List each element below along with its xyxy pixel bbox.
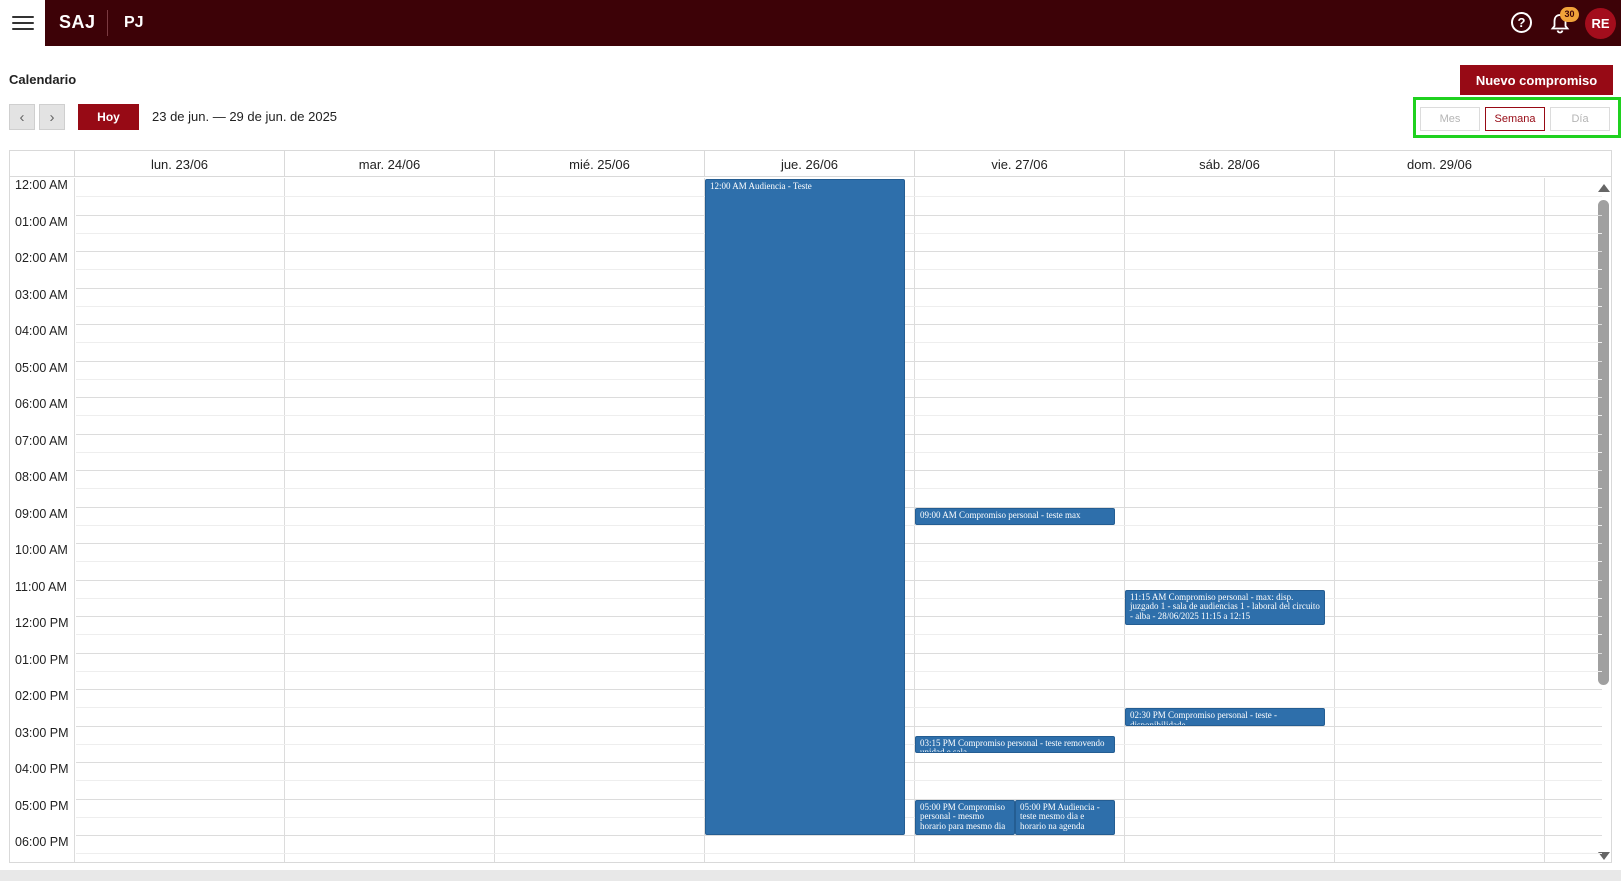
time-label: 08:00 AM [15, 470, 68, 484]
column-divider [1544, 178, 1545, 862]
time-label: 10:00 AM [15, 543, 68, 557]
calendar-event[interactable]: 03:15 PM Compromiso personal - teste rem… [915, 735, 1115, 753]
time-label: 03:00 AM [15, 287, 68, 302]
next-week-button[interactable]: › [39, 104, 65, 130]
notification-count-badge: 30 [1560, 7, 1579, 22]
time-label: 01:00 AM [15, 214, 68, 229]
calendar-event[interactable]: 11:15 AM Compromiso personal - max: disp… [1125, 589, 1325, 626]
time-label: 02:00 AM [15, 251, 68, 265]
time-label: 01:00 PM [15, 652, 69, 667]
user-avatar[interactable]: RE [1585, 8, 1616, 39]
day-header: mié. 25/06 [494, 151, 704, 177]
view-month-button[interactable]: Mes [1420, 107, 1480, 131]
column-divider [494, 178, 495, 862]
column-divider [1334, 178, 1335, 862]
time-label: 12:00 AM [15, 178, 68, 192]
time-label: 06:00 AM [15, 397, 68, 411]
time-label: 05:00 PM [15, 798, 69, 813]
time-label: 11:00 AM [15, 579, 67, 594]
week-calendar: lun. 23/06 mar. 24/06 mié. 25/06 jue. 26/06… [9, 150, 1612, 863]
date-range-label: 23 de jun. — 29 de jun. de 2025 [152, 109, 338, 124]
hour-line [76, 835, 1602, 836]
chevron-right-icon: › [49, 108, 55, 126]
page-title: Calendario [9, 72, 77, 87]
time-label: 06:00 PM [15, 835, 69, 849]
day-header: lun. 23/06 [74, 151, 284, 177]
scroll-up-arrow-icon[interactable] [1598, 184, 1610, 192]
column-divider [1124, 178, 1125, 862]
scrollbar-thumb[interactable] [1598, 200, 1609, 685]
day-header: vie. 27/06 [914, 151, 1124, 177]
calendar-event[interactable]: 09:00 AM Compromiso personal - teste max [915, 507, 1115, 525]
column-divider [284, 178, 285, 862]
time-label: 05:00 AM [15, 360, 68, 375]
top-bar: SAJ PJ ? 30 RE [0, 0, 1621, 46]
half-hour-line [76, 853, 1602, 855]
day-header: sáb. 28/06 [1124, 151, 1334, 177]
time-label: 12:00 PM [15, 616, 69, 630]
time-label: 04:00 AM [15, 324, 68, 338]
column-divider [74, 178, 75, 862]
view-week-button[interactable]: Semana [1485, 107, 1545, 131]
menu-button[interactable] [0, 0, 45, 46]
day-header: jue. 26/06 [704, 151, 914, 177]
new-appointment-button[interactable]: Nuevo compromiso [1460, 65, 1613, 95]
calendar-event[interactable]: 05:00 PM Compromiso personal - mesmo hor… [915, 799, 1015, 835]
horizontal-scrollbar[interactable] [0, 870, 1621, 881]
calendar-event[interactable]: 02:30 PM Compromiso personal - teste - d… [1125, 708, 1325, 726]
view-switcher: Mes Semana Día [1413, 97, 1621, 138]
time-label: 03:00 PM [15, 725, 69, 740]
calendar-event[interactable]: 05:00 PM Audiencia - teste mesmo dia e h… [1015, 799, 1115, 835]
view-day-button[interactable]: Día [1550, 107, 1610, 131]
time-label: 02:00 PM [15, 689, 69, 703]
today-button[interactable]: Hoy [78, 104, 139, 130]
time-label: 04:00 PM [15, 762, 69, 776]
brand-logo[interactable]: SAJ [59, 12, 96, 33]
hamburger-icon [11, 16, 34, 30]
time-label: 07:00 AM [15, 433, 68, 448]
time-label: 09:00 AM [15, 506, 68, 521]
calendar-event[interactable]: 12:00 AM Audiencia - Teste [705, 179, 905, 835]
day-header-row: lun. 23/06 mar. 24/06 mié. 25/06 jue. 26/06… [10, 151, 1611, 177]
brand-divider [107, 10, 108, 36]
help-icon[interactable]: ? [1511, 12, 1532, 33]
chevron-left-icon: ‹ [19, 108, 25, 126]
brand-module: PJ [124, 14, 144, 31]
day-header: mar. 24/06 [284, 151, 494, 177]
prev-week-button[interactable]: ‹ [9, 104, 35, 130]
time-grid: 12:00 AM 01:00 AM 02:00 AM 03:00 AM 04:00 AM… [10, 178, 1611, 862]
day-header: dom. 29/06 [1334, 151, 1544, 177]
